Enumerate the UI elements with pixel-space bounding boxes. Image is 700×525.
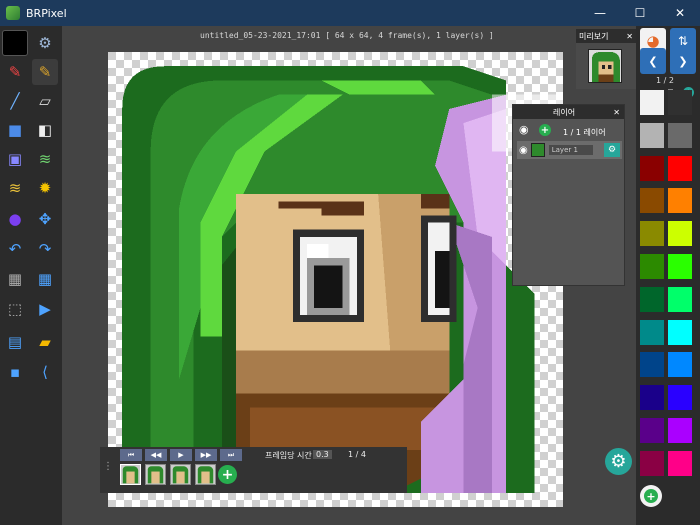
pixel-grid-icon[interactable]: ▦ [32, 266, 58, 292]
palette-swatch[interactable] [668, 90, 692, 115]
brush-icon[interactable]: ✎ [32, 59, 58, 85]
next-frame-button[interactable]: ▶▶ [195, 449, 217, 461]
layer-panel-close-button[interactable]: ✕ [613, 108, 620, 117]
layer-panel: 레이어 ✕ ◉ + 1 / 1 레이어 ◉ Layer 1 ⚙ [512, 104, 625, 286]
title-bar: BRPixel — ☐ ✕ [0, 0, 700, 26]
time-per-frame-label: 프레임당 시간 [265, 451, 312, 460]
palette-swatch[interactable] [640, 221, 664, 247]
palette-swatch[interactable] [640, 319, 664, 345]
layer-settings-gear-icon[interactable]: ⚙ [604, 143, 620, 157]
layers-add-icon[interactable]: ≋ [32, 146, 58, 172]
sun-icon[interactable]: ✹ [32, 175, 58, 201]
palette-next-button[interactable]: ❯ [670, 48, 696, 74]
folder-icon[interactable]: ▰ [32, 329, 58, 355]
move-icon[interactable]: ✥ [32, 206, 58, 232]
pixel-art-image [122, 66, 563, 493]
add-layer-button[interactable]: + [539, 124, 551, 136]
palette-swatch[interactable] [640, 385, 664, 411]
palette-swatch[interactable] [640, 188, 664, 214]
line-icon[interactable]: ╱ [2, 88, 28, 114]
palette-swatch[interactable] [640, 90, 664, 115]
palette-swatch[interactable] [640, 286, 664, 312]
layer-visibility-eye-icon[interactable]: ◉ [519, 145, 528, 156]
layer-count: 1 / 1 레이어 [563, 128, 606, 137]
palette-swatch[interactable] [668, 352, 692, 378]
preview-title: 미리보기 [579, 31, 609, 41]
close-button[interactable]: ✕ [660, 0, 700, 26]
play-button[interactable]: ▶ [170, 449, 192, 461]
minimize-button[interactable]: — [580, 0, 620, 26]
app-icon [6, 6, 20, 20]
select-icon[interactable]: ▣ [2, 146, 28, 172]
document-icon[interactable]: ▤ [2, 329, 28, 355]
frame-thumbnail[interactable] [195, 464, 216, 485]
palette-swatch[interactable] [640, 418, 664, 443]
palette-swatch[interactable] [668, 122, 692, 148]
eraser-icon[interactable]: ▱ [32, 88, 58, 114]
maximize-button[interactable]: ☐ [620, 0, 660, 26]
settings-gear-icon[interactable]: ⚙ [32, 30, 58, 56]
left-toolbar: ⚙ ✎ ✎ ╱ ▱ ■ ◧ ▣ ≋ ≋ ✹ ● ✥ ↶ ↷ ▦ ▦ ⬚ ▶ ▤ … [0, 26, 62, 525]
color-picker-icon[interactable]: ● [2, 206, 28, 232]
first-frame-button[interactable]: ⏮ [120, 449, 142, 461]
layer-panel-title: 레이어 [553, 107, 576, 117]
preview-thumbnail [588, 49, 622, 83]
preview-close-button[interactable]: ✕ [626, 32, 633, 41]
time-per-frame-input[interactable]: 0.3 [313, 450, 332, 459]
palette-swatch[interactable] [640, 450, 664, 476]
layers-merge-icon[interactable]: ≋ [2, 175, 28, 201]
drag-handle-icon[interactable]: ⋮ [103, 461, 113, 472]
layer-name: Layer 1 [548, 145, 593, 155]
undo-icon[interactable]: ↶ [2, 236, 28, 262]
right-palette-panel: ◕ ⇅ ❮ ❯ 1 / 2 ⚙ + [636, 26, 700, 525]
palette-swatch[interactable] [640, 155, 664, 181]
document-info: untitled_05-23-2021_17:01 [ 64 x 64, 4 f… [200, 31, 494, 40]
window-title: BRPixel [26, 6, 67, 20]
palette-swatch[interactable] [668, 286, 692, 312]
palette-prev-button[interactable]: ❮ [640, 48, 666, 74]
drawing-canvas[interactable] [108, 52, 563, 507]
add-swatch-button[interactable]: + [640, 485, 662, 507]
share-icon[interactable]: ⟨ [32, 359, 58, 385]
pencil-icon[interactable]: ✎ [2, 59, 28, 85]
palette-swatch[interactable] [668, 319, 692, 345]
last-frame-button[interactable]: ⏭ [220, 449, 242, 461]
palette-swatch[interactable] [640, 122, 664, 148]
palette-swatch[interactable] [668, 418, 692, 443]
palette-page-counter: 1 / 2 [656, 76, 674, 85]
palette-swatch[interactable] [668, 450, 692, 476]
palette-swatch[interactable] [640, 254, 664, 279]
frame-counter: 1 / 4 [348, 450, 366, 459]
prev-frame-button[interactable]: ◀◀ [145, 449, 167, 461]
grid-icon[interactable]: ▦ [2, 266, 28, 292]
rectangle-icon[interactable]: ■ [2, 117, 28, 143]
layer-thumbnail [530, 143, 545, 157]
animation-bar: ⋮ ⏮ ◀◀ ▶ ▶▶ ⏭ 프레임당 시간 0.3 1 / 4 + [100, 447, 407, 493]
frame-thumbnail[interactable] [145, 464, 166, 485]
settings-fab-gear-icon[interactable]: ⚙ [605, 448, 632, 475]
frame-thumbnail[interactable] [120, 464, 141, 485]
palette-swatch[interactable] [668, 221, 692, 247]
eye-icon[interactable]: ◉ [519, 123, 529, 136]
layer-row[interactable]: ◉ Layer 1 ⚙ [517, 141, 622, 159]
crop-icon[interactable]: ⬚ [2, 296, 28, 322]
primary-color-swatch[interactable] [2, 30, 28, 56]
palette-swatch[interactable] [668, 254, 692, 279]
save-icon[interactable]: ▪ [2, 359, 28, 385]
clear-icon[interactable]: ◧ [32, 117, 58, 143]
palette-swatch[interactable] [640, 352, 664, 378]
add-frame-button[interactable]: + [218, 465, 237, 484]
palette-swatch[interactable] [668, 155, 692, 181]
animation-icon[interactable]: ▶ [32, 296, 58, 322]
redo-icon[interactable]: ↷ [32, 236, 58, 262]
preview-panel: 미리보기 ✕ [576, 29, 636, 89]
palette-swatch[interactable] [668, 188, 692, 214]
palette-swatch[interactable] [668, 385, 692, 411]
frame-thumbnail[interactable] [170, 464, 191, 485]
